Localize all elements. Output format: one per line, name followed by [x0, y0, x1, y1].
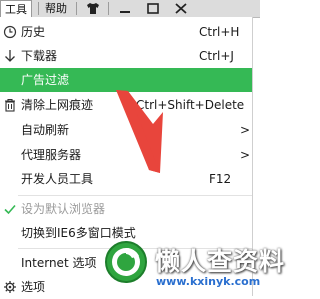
- menu-item-label: 清除上网痕迹: [21, 98, 94, 112]
- title-bar: 工具 帮助: [0, 0, 260, 18]
- watermark-url: www.kxinyk.com: [156, 275, 261, 288]
- close-icon[interactable]: [170, 0, 192, 17]
- menu-item-label: Internet 选项: [21, 256, 97, 270]
- menu-item-default-browser: 设为默认浏览器: [0, 197, 252, 221]
- maximize-icon[interactable]: [142, 0, 164, 17]
- gear-icon: [4, 281, 16, 293]
- menu-item-devtools[interactable]: 开发人员工具 F12: [0, 167, 252, 191]
- menu-item-shortcut: Ctrl+J: [199, 49, 234, 63]
- menu-item-label: 历史: [21, 25, 46, 39]
- clock-icon: [3, 25, 17, 39]
- trash-icon: [5, 98, 15, 112]
- menu-item-label: 自动刷新: [21, 123, 70, 137]
- submenu-arrow-icon: >: [240, 148, 251, 162]
- check-icon: [4, 204, 16, 215]
- menu-divider: [18, 195, 252, 196]
- tools-menu[interactable]: 工具: [0, 0, 32, 18]
- menu-item-label: 选项: [21, 280, 46, 294]
- separator: [108, 2, 109, 15]
- menu-item-label: 广告过滤: [21, 73, 70, 87]
- skin-icon[interactable]: [82, 0, 104, 17]
- menu-item-auto-refresh[interactable]: 自动刷新 >: [0, 118, 252, 142]
- menu-item-label: 设为默认浏览器: [21, 202, 106, 216]
- menu-item-shortcut: Ctrl+Shift+Delete: [136, 98, 245, 112]
- menu-item-label: 开发人员工具: [21, 172, 94, 186]
- submenu-arrow-icon: >: [240, 123, 251, 137]
- separator: [76, 2, 77, 15]
- menu-item-shortcut: F12: [209, 172, 232, 186]
- minimize-icon[interactable]: [114, 0, 136, 17]
- menu-item-label: 代理服务器: [21, 148, 82, 162]
- help-menu[interactable]: 帮助: [41, 0, 71, 17]
- menu-item-clear-traces[interactable]: 清除上网痕迹 Ctrl+Shift+Delete: [0, 93, 252, 117]
- menu-item-history[interactable]: 历史 Ctrl+H: [0, 20, 252, 44]
- separator: [38, 2, 39, 15]
- menu-item-ad-filter[interactable]: 广告过滤: [0, 68, 252, 92]
- watermark-logo: [105, 241, 147, 283]
- menu-item-label: 下载器: [21, 49, 58, 63]
- menu-item-proxy[interactable]: 代理服务器 >: [0, 143, 252, 167]
- watermark-title: 懒人查资料: [155, 247, 286, 276]
- menu-item-downloads[interactable]: 下载器 Ctrl+J: [0, 44, 252, 68]
- menu-item-shortcut: Ctrl+H: [199, 25, 240, 39]
- download-icon: [5, 50, 15, 62]
